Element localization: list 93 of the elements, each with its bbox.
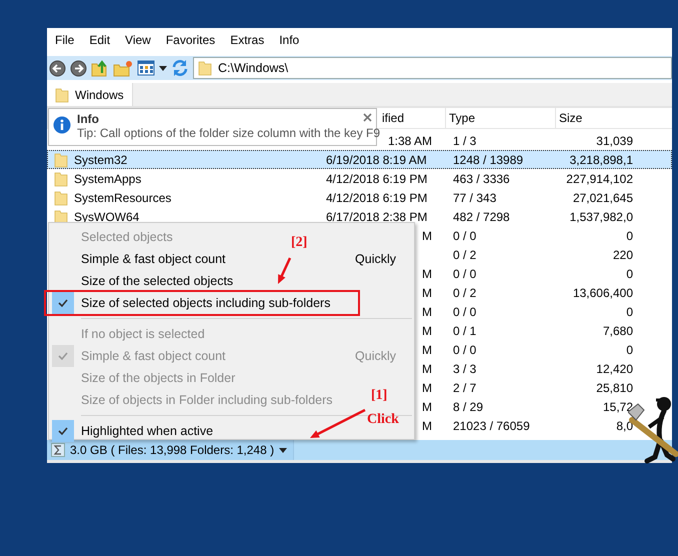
table-cell-text: 0 / 0 [452, 304, 478, 318]
folder-icon [54, 190, 68, 206]
table-cell-text: 2 / 7 [452, 380, 478, 394]
menu-item[interactable]: Size of selected objects including sub-folders [46, 292, 358, 314]
table-cell-text: 0 / 0 [452, 342, 478, 356]
arrow [310, 408, 366, 438]
table-cell: 220 [612, 248, 633, 262]
table-cell: 25,810 [596, 380, 633, 394]
back-icon[interactable] [49, 60, 66, 76]
table-cell: M [422, 418, 432, 432]
table-cell: 0 [626, 266, 633, 280]
table-cell: 8,0 [616, 418, 633, 432]
table-cell-text: 0 / 2 [452, 286, 478, 300]
table-cell: 7,680 [602, 324, 633, 338]
table-cell: M [422, 400, 432, 414]
table-cell: M [422, 342, 432, 356]
table-cell-text: 463 / 3336 [452, 172, 511, 186]
table-cell-text: 1248 / 13989 [452, 152, 524, 166]
table-cell: 1,537,982,0 [570, 210, 633, 224]
menu-item[interactable]: Edit [83, 31, 116, 49]
table-cell-text: 0 / 2 [452, 248, 478, 262]
file-row[interactable]: SystemResources 4/12/2018 6:19 PM 77 / 343 27,021,645 [47, 188, 672, 207]
column-header[interactable]: ified [382, 111, 404, 125]
tooltip-text: Tip: Call options of the folder size column with the key F9 [77, 126, 380, 140]
menu-section-label: Selected objects [81, 230, 173, 244]
table-cell-text: 4/12/2018 6:19 PM [326, 190, 428, 204]
table-cell-text: 21023 / 76059 [452, 418, 531, 432]
view-grid-icon[interactable] [137, 60, 155, 76]
menu-item[interactable]: Favorites [160, 31, 222, 49]
table-cell: 15,72 [602, 400, 633, 414]
table-cell: 31,039 [596, 134, 633, 148]
file-name: System32 [74, 152, 128, 166]
table-cell: M [422, 228, 432, 242]
file-row[interactable]: System32 6/19/2018 8:19 AM 1248 / 13989 3,218,898,1 [47, 150, 672, 169]
folder-size-button[interactable]: 3.0 GB ( Files: 13,998 Folders: 1,248 ) [47, 440, 294, 460]
table-cell-text: 0 / 1 [452, 324, 478, 338]
table-cell-text: 1 / 3 [452, 134, 478, 148]
annotation-label: [1] [371, 388, 388, 404]
forward-icon[interactable] [70, 60, 87, 76]
file-name: SystemApps [74, 172, 142, 186]
table-cell-text: 8 / 29 [452, 400, 484, 414]
folder-icon [55, 86, 69, 102]
folder-icon [54, 152, 68, 168]
table-cell: 0 [626, 228, 633, 242]
table-cell: M [422, 266, 432, 280]
tooltip-title: Info [77, 112, 99, 126]
file-row[interactable]: SystemApps 4/12/2018 6:19 PM 463 / 3336 227,914,102 [47, 169, 672, 188]
table-cell: 0 [626, 342, 633, 356]
menu-item[interactable]: View [119, 31, 157, 49]
annotation-label: [2] [291, 235, 308, 251]
file-name: SystemResources [74, 190, 172, 204]
table-cell: M [422, 324, 432, 338]
table-cell-text: 0 / 0 [452, 228, 478, 242]
table-cell-text: 6/17/2018 2:38 PM [326, 210, 428, 224]
table-cell: 13,606,400 [572, 286, 633, 300]
table-cell-text: 482 / 7298 [452, 210, 511, 224]
close-icon[interactable] [363, 113, 372, 122]
table-cell: 27,021,645 [572, 190, 633, 204]
table-cell: M [422, 304, 432, 318]
table-cell-text: 3 / 3 [452, 362, 478, 376]
table-cell: 1:38 AM [388, 134, 432, 148]
table-cell: 0 [626, 304, 633, 318]
table-cell: 3,218,898,1 [570, 152, 633, 166]
menu-section-label: If no object is selected [81, 327, 205, 341]
folder-icon [54, 170, 68, 186]
annotation-label: Click [367, 412, 399, 428]
folder-icon [54, 208, 68, 224]
folder-icon [198, 60, 212, 76]
caret-icon[interactable] [159, 66, 167, 70]
menu-item[interactable]: Simple & fast object count Quickly [49, 248, 414, 270]
table-cell-text: 4/12/2018 6:19 PM [326, 172, 428, 186]
table-cell: 227,914,102 [566, 172, 633, 186]
sum-icon [51, 443, 65, 457]
menu-item[interactable]: Extras [224, 31, 270, 49]
address-field[interactable]: C:\Windows\ [193, 57, 672, 79]
table-cell-text: 77 / 343 [452, 190, 498, 204]
table-cell: M [422, 362, 432, 376]
table-cell-text: 6/19/2018 8:19 AM [326, 152, 428, 166]
menu-item[interactable]: Highlighted when active [49, 420, 224, 442]
menu-item[interactable]: Size of the selected objects [49, 270, 244, 292]
arrow [278, 257, 292, 284]
table-cell-text: 0 / 0 [452, 266, 478, 280]
info-icon [53, 116, 71, 134]
menu-item[interactable]: Info [273, 31, 306, 49]
column-header[interactable]: Size [555, 108, 637, 128]
table-cell: 12,420 [596, 362, 633, 376]
file-name: SysWOW64 [74, 210, 140, 224]
table-cell: M [422, 286, 432, 300]
tab[interactable]: Windows [47, 83, 133, 106]
column-header[interactable]: Type [445, 108, 555, 128]
caret-icon [279, 448, 288, 452]
table-cell: M [422, 380, 432, 394]
menu-item[interactable]: File [49, 31, 80, 49]
